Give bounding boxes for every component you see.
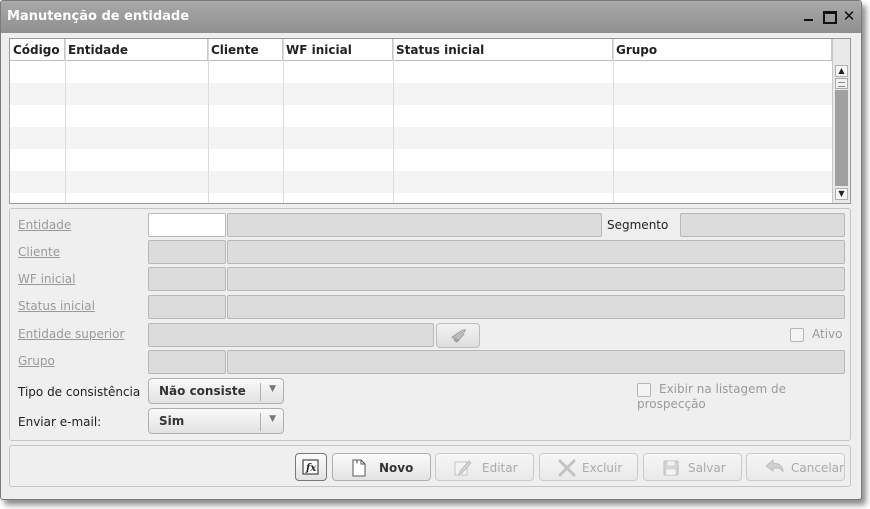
wf-inicial-label[interactable]: WF inicial — [18, 272, 75, 286]
entidade-name-field — [227, 213, 602, 237]
new-document-icon — [352, 459, 366, 477]
cancelar-button-label: Cancelar — [791, 461, 844, 475]
x-icon — [558, 459, 576, 477]
segmento-field — [680, 213, 845, 237]
formula-button[interactable]: fx — [295, 453, 327, 481]
ativo-label: Ativo — [812, 327, 843, 341]
editar-button-label: Editar — [482, 461, 518, 475]
column-header-wf-inicial[interactable]: WF inicial — [283, 39, 393, 61]
enviar-email-label: Enviar e-mail: — [18, 415, 102, 429]
svg-text:fx: fx — [305, 463, 317, 474]
column-header-cliente[interactable]: Cliente — [208, 39, 283, 61]
scroll-down-button[interactable]: ▼ — [835, 188, 848, 200]
column-divider — [283, 39, 284, 203]
cancelar-button[interactable]: Cancelar — [746, 453, 845, 481]
excluir-button[interactable]: Excluir — [539, 453, 638, 481]
excluir-button-label: Excluir — [582, 461, 623, 475]
exibir-prospeccao-label: Exibir na listagem de prospecção — [637, 382, 786, 411]
select-separator — [260, 413, 261, 431]
table-row[interactable] — [10, 171, 832, 193]
tipo-consistencia-select[interactable]: Não consiste ▼ — [148, 378, 284, 404]
scroll-thumb[interactable] — [835, 78, 848, 89]
exibir-prospeccao-checkbox-wrap[interactable]: Exibir na listagem de prospecção — [637, 382, 850, 411]
scroll-up-button[interactable]: ▲ — [835, 65, 848, 77]
ativo-checkbox-wrap[interactable]: Ativo — [790, 327, 842, 342]
maximize-button[interactable] — [821, 8, 837, 24]
pencil-icon — [454, 460, 472, 476]
novo-button[interactable]: Novo — [332, 453, 431, 481]
entity-form: Entidade Segmento Cliente WF inicial Sta… — [9, 208, 851, 441]
grupo-label[interactable]: Grupo — [18, 354, 55, 368]
table-row[interactable] — [10, 61, 832, 83]
undo-arrow-icon — [765, 459, 784, 473]
minimize-button[interactable] — [801, 8, 817, 24]
tipo-consistencia-value: Não consiste — [159, 384, 246, 398]
table-body[interactable] — [10, 61, 832, 203]
wf-inicial-name-field — [227, 267, 845, 291]
table-row[interactable] — [10, 105, 832, 127]
entidade-superior-field — [148, 323, 434, 347]
exibir-prospeccao-checkbox[interactable] — [637, 382, 651, 397]
segmento-label: Segmento — [607, 218, 669, 232]
table-row[interactable] — [10, 149, 832, 171]
column-header-entidade[interactable]: Entidade — [65, 39, 208, 61]
enviar-email-value: Sim — [159, 414, 185, 428]
brush-icon — [451, 329, 466, 343]
column-divider — [613, 39, 614, 203]
entidade-label[interactable]: Entidade — [18, 218, 71, 232]
status-inicial-code-field — [148, 295, 226, 319]
vertical-scrollbar[interactable]: ▲ ▼ — [832, 39, 850, 203]
column-header-status-inicial[interactable]: Status inicial — [393, 39, 613, 61]
status-inicial-name-field — [227, 295, 845, 319]
cliente-code-field — [148, 240, 226, 264]
wf-inicial-code-field — [148, 267, 226, 291]
editar-button[interactable]: Editar — [435, 453, 534, 481]
grupo-name-field — [227, 350, 845, 374]
table-row[interactable] — [10, 127, 832, 149]
chevron-down-icon: ▼ — [269, 414, 276, 424]
close-button[interactable]: ✕ — [841, 8, 857, 24]
novo-button-label: Novo — [379, 461, 414, 475]
cliente-name-field — [227, 240, 845, 264]
entidade-superior-label[interactable]: Entidade superior — [18, 327, 124, 341]
salvar-button-label: Salvar — [688, 461, 726, 475]
window-title: Manutenção de entidade — [7, 9, 190, 24]
cliente-label[interactable]: Cliente — [18, 245, 60, 259]
formula-icon: fx — [302, 459, 319, 475]
entidade-code-field[interactable] — [148, 213, 226, 237]
enviar-email-select[interactable]: Sim ▼ — [148, 408, 284, 434]
status-inicial-label[interactable]: Status inicial — [18, 299, 95, 313]
select-separator — [260, 383, 261, 401]
column-divider — [208, 39, 209, 203]
grupo-code-field — [148, 350, 226, 374]
scroll-track[interactable] — [835, 90, 848, 186]
salvar-button[interactable]: Salvar — [643, 453, 742, 481]
floppy-disk-icon — [663, 460, 679, 476]
table-row[interactable] — [10, 83, 832, 105]
column-header-codigo[interactable]: Código — [10, 39, 65, 61]
column-header-grupo[interactable]: Grupo — [613, 39, 832, 61]
column-divider — [393, 39, 394, 203]
ativo-checkbox[interactable] — [790, 327, 804, 342]
chevron-down-icon: ▼ — [269, 384, 276, 394]
column-divider — [65, 39, 66, 203]
table-header: Código Entidade Cliente WF inicial Statu… — [10, 39, 832, 61]
entity-table[interactable]: Código Entidade Cliente WF inicial Statu… — [9, 38, 851, 204]
dialog-window: Manutenção de entidade ✕ Código Entidade… — [0, 0, 862, 500]
entidade-superior-clear-button[interactable] — [436, 323, 480, 348]
action-button-bar: fx Novo Editar Excluir Salvar Cancelar — [9, 445, 851, 487]
tipo-consistencia-label: Tipo de consistência — [18, 385, 141, 399]
title-bar[interactable]: Manutenção de entidade ✕ — [1, 1, 861, 33]
